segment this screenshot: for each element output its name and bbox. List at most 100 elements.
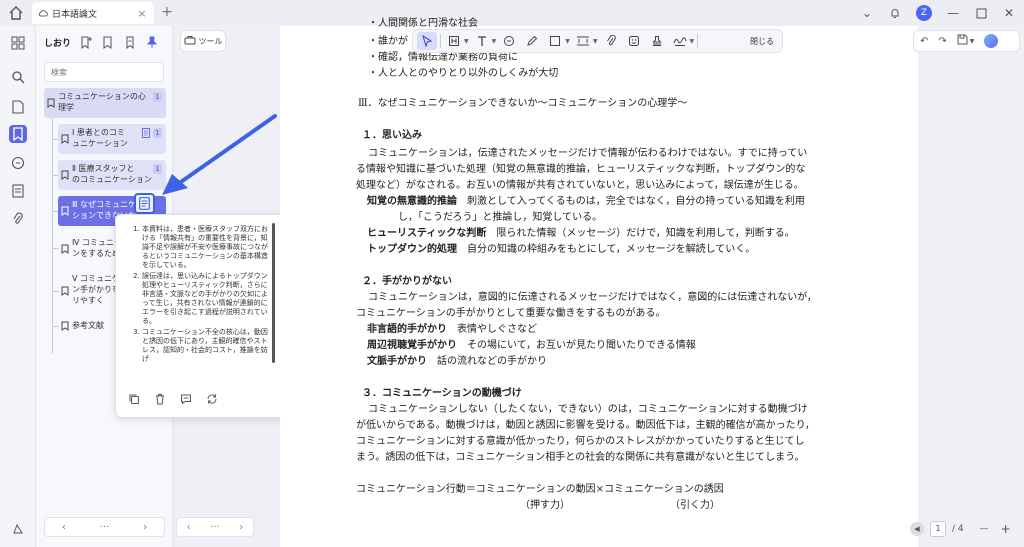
cloud-icon	[38, 7, 48, 20]
chevron-right-icon[interactable]: ›	[239, 522, 243, 533]
chevron-down-icon[interactable]: ▼	[690, 38, 695, 45]
doc-formula-note: （引く力）	[670, 500, 720, 511]
chevron-down-icon[interactable]: ▼	[970, 38, 975, 45]
maximize-icon[interactable]	[974, 6, 988, 20]
section-title: ３．コミュニケーションの動機づけ	[362, 388, 522, 399]
chevron-down-icon[interactable]: ▼	[593, 38, 598, 45]
page-icon[interactable]	[9, 98, 27, 116]
icon-rail	[0, 26, 36, 547]
term: 非言語的手がかり	[367, 324, 447, 335]
chevron-down-icon[interactable]: ▼	[565, 38, 570, 45]
form-icon[interactable]	[9, 182, 27, 200]
add-child-bookmark-icon[interactable]	[101, 35, 115, 49]
document-page: ・人間関係と円滑な社会 ・誰かが ・確認，情報伝達が業務の負荷に ・人と人とのや…	[280, 18, 918, 547]
chevron-right-icon[interactable]: ›	[143, 522, 147, 533]
chevron-left-icon[interactable]: ‹	[187, 522, 191, 533]
annotation-count-badge: 1	[153, 164, 162, 174]
chevron-down-icon[interactable]: ▼	[464, 38, 469, 45]
thumbnails-icon[interactable]	[9, 34, 27, 52]
doc-bullet: ・人と人とのやりとり以外のしくみが大切	[368, 68, 559, 79]
ai-summary-icon[interactable]	[134, 193, 155, 214]
doc-paragraph: し，「こうだろう」と推論し，知覚している。	[398, 212, 603, 223]
bookmark-icon[interactable]	[123, 35, 137, 49]
close-window-icon[interactable]: ✕	[1002, 6, 1016, 20]
app-logo-icon[interactable]	[984, 34, 999, 48]
panel-title: しおり	[44, 38, 72, 49]
more-icon[interactable]: ···	[100, 522, 110, 533]
term: ヒューリスティックな判断	[367, 228, 487, 239]
document-tab[interactable]: 日本語論文 ×	[32, 2, 154, 24]
select-cursor-icon[interactable]	[417, 32, 437, 50]
popup-scrollbar[interactable]	[272, 223, 275, 363]
bookmark-panel-icon[interactable]	[9, 125, 27, 143]
redo-icon[interactable]: ↷	[938, 36, 946, 47]
attachment-icon[interactable]	[601, 32, 621, 50]
chevron-down-icon[interactable]: ⌄	[860, 6, 874, 20]
new-tab-icon[interactable]: +	[160, 4, 174, 20]
sticker-icon[interactable]	[624, 32, 644, 50]
search-icon[interactable]	[9, 68, 27, 86]
close-toolbar-button[interactable]: 閉じる	[746, 36, 778, 47]
stamp-icon[interactable]	[647, 32, 667, 50]
pen-icon[interactable]	[522, 32, 542, 50]
history-controls: ↶ ↷ ▼	[913, 30, 1020, 52]
bookmark-label: リやすく	[72, 296, 104, 305]
comment-tool-icon[interactable]	[499, 32, 519, 50]
bookmark-label: Ⅰ 患者とのコミ	[72, 128, 125, 137]
avatar[interactable]: Z	[916, 5, 932, 21]
page-total: / 4	[952, 524, 964, 534]
section-title: ２．手がかりがない	[362, 276, 452, 287]
bookmark-label: Ⅱ 医療スタッフと	[72, 164, 135, 173]
tools-button[interactable]: ツール	[180, 30, 226, 52]
tree-line	[52, 118, 53, 354]
delete-icon[interactable]	[154, 393, 166, 405]
doc-paragraph: コミュニケーションは，伝達されたメッセージだけで情報が伝わるわけではない。すでに…	[368, 148, 808, 159]
title-bar: 日本語論文 × + ⌄ Z — ✕	[0, 0, 1024, 26]
tab-close-icon[interactable]: ×	[136, 7, 148, 20]
add-bookmark-icon[interactable]	[79, 35, 93, 49]
text-tool-icon[interactable]	[472, 32, 492, 50]
undo-icon[interactable]: ↶	[920, 36, 928, 47]
bookmark-label: のコミュニケーション	[72, 175, 152, 184]
doc-paragraph: 処理など）がなされる。お互いの情報が共有されていないと，思い込みによって，誤伝達…	[356, 180, 804, 191]
comment-icon[interactable]	[180, 393, 192, 405]
save-icon[interactable]	[957, 34, 968, 48]
shape-icon[interactable]	[545, 32, 565, 50]
highlight-icon[interactable]	[444, 32, 464, 50]
summary-list: 本資料は，患者・医療スタッフ双方における「情報共有」の重要性を背景に，知識不足や…	[130, 225, 270, 375]
bookmark-item-1[interactable]: Ⅰ 患者とのコミ ュニケーション 1	[58, 124, 166, 154]
zoom-in-icon[interactable]: +	[1001, 522, 1011, 536]
chevron-down-icon[interactable]: ▼	[492, 38, 497, 45]
more-icon[interactable]: ···	[210, 522, 220, 533]
term-desc: その場にいて，お互いが見たり聞いたりできる情報	[457, 340, 696, 351]
copy-icon[interactable]	[128, 393, 140, 405]
tab-title: 日本語論文	[52, 9, 98, 20]
sidebar-toggle-icon[interactable]	[9, 520, 27, 538]
annotation-count-badge: 1	[153, 92, 162, 102]
comment-icon[interactable]	[9, 154, 27, 172]
bookmark-search-input[interactable]	[44, 62, 164, 82]
panel-footer-nav: ‹ ··· ›	[44, 517, 165, 537]
term: 知覚の無意識的推論	[367, 196, 457, 207]
bookmark-item-top[interactable]: コミュニケーションの心 理学 1	[44, 88, 166, 118]
signature-icon[interactable]	[670, 32, 690, 50]
chevron-left-icon[interactable]: ‹	[62, 522, 66, 533]
measure-icon[interactable]	[573, 32, 593, 50]
summary-icon-small[interactable]	[142, 128, 150, 141]
page-number-input[interactable]: 1	[930, 521, 946, 537]
home-icon[interactable]	[8, 5, 24, 21]
term-desc: 表情やしぐさなど	[447, 324, 537, 335]
pin-icon[interactable]	[145, 35, 159, 49]
zoom-out-icon[interactable]: —	[980, 524, 989, 534]
summary-item: 本資料は，患者・医療スタッフ双方における「情報共有」の重要性を背景に，知識不足や…	[142, 225, 270, 270]
bookmark-item-2[interactable]: Ⅱ 医療スタッフと のコミュニケーション 1	[58, 160, 166, 190]
doc-term-line: 周辺視聴覚手がかり その場にいて，お互いが見たり聞いたりできる情報	[367, 340, 696, 352]
attachment-icon[interactable]	[9, 210, 27, 228]
bell-icon[interactable]	[888, 6, 902, 20]
prev-page-icon[interactable]: ◀	[910, 522, 924, 536]
regenerate-icon[interactable]	[206, 393, 218, 405]
minimize-icon[interactable]: —	[946, 6, 960, 20]
annotation-count-badge: 1	[153, 128, 162, 138]
toolbar-separator	[697, 34, 699, 48]
summary-item: 誤伝達は，思い込みによるトップダウン処理やヒューリスティック判断，さらに非言語・…	[142, 272, 270, 326]
